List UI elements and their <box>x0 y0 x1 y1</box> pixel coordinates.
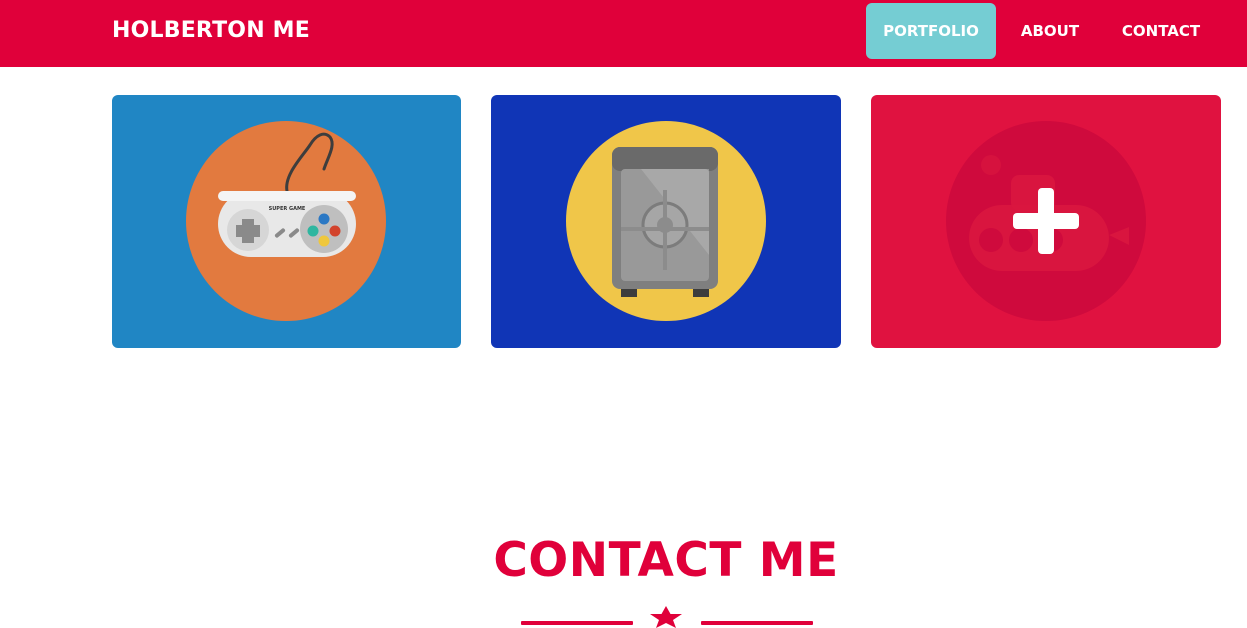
game-controller-icon: SUPER GAME <box>186 121 386 321</box>
top-navbar: HOLBERTON ME PORTFOLIO ABOUT CONTACT <box>0 0 1247 67</box>
nav-link-contact[interactable]: CONTACT <box>1104 3 1218 59</box>
submarine-icon <box>946 121 1146 321</box>
star-icon <box>650 606 682 628</box>
divider-line-right <box>701 621 813 625</box>
portfolio-card-submarine[interactable] <box>871 95 1221 348</box>
nav-link-about[interactable]: ABOUT <box>1008 3 1092 59</box>
brand-logo[interactable]: HOLBERTON ME <box>112 15 310 47</box>
contact-heading: CONTACT ME <box>493 533 839 588</box>
portfolio-card-game[interactable]: SUPER GAME <box>112 95 461 348</box>
safe-icon <box>566 121 766 321</box>
nav-link-portfolio[interactable]: PORTFOLIO <box>866 3 996 59</box>
divider-line-left <box>521 621 633 625</box>
portfolio-card-safe[interactable] <box>491 95 841 348</box>
controller-label: SUPER GAME <box>269 206 306 212</box>
